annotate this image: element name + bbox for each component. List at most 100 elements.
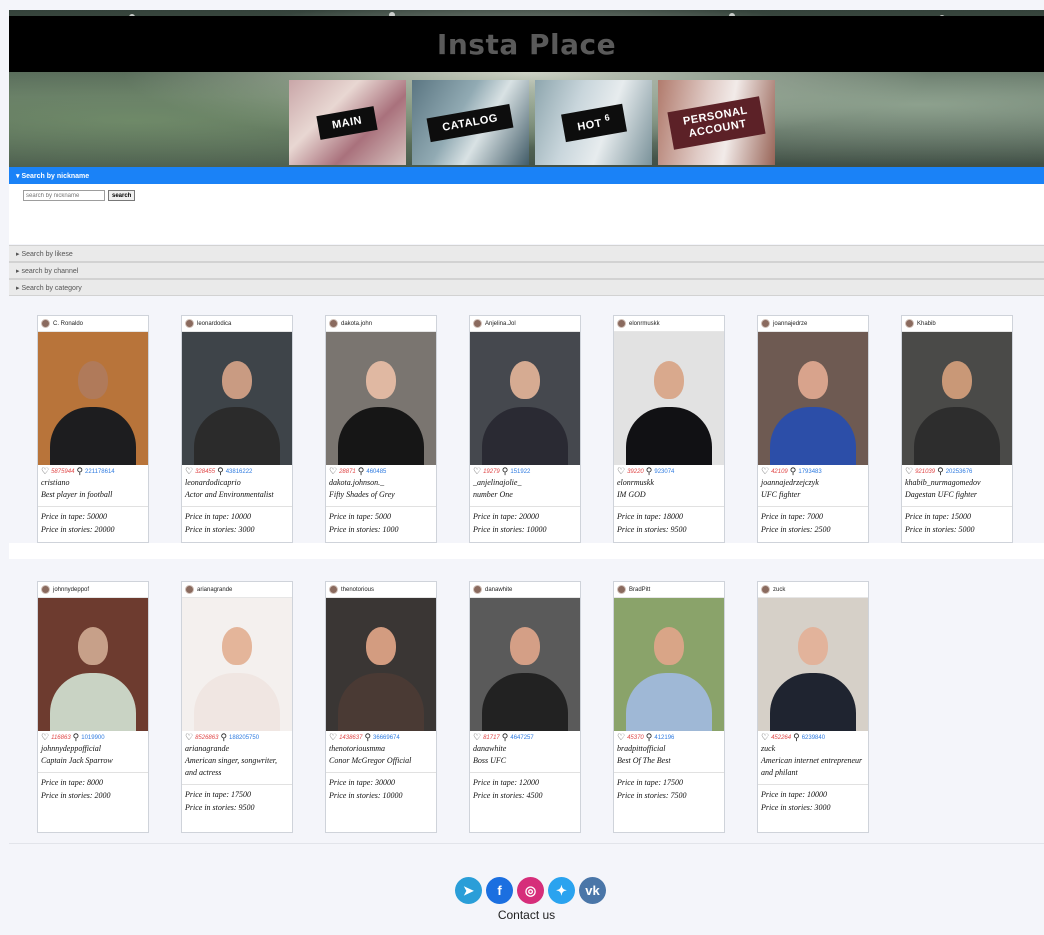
- card-nickname: dakota.johnson._: [329, 478, 385, 487]
- heart-icon[interactable]: ♡: [473, 467, 481, 476]
- nickname-search-panel: search: [9, 184, 1044, 244]
- heart-icon[interactable]: ♡: [185, 733, 193, 742]
- card-nickname: leonardodicaprio: [185, 478, 241, 487]
- search-input[interactable]: [23, 190, 105, 201]
- accordion-category-label: Search by category: [21, 284, 82, 292]
- search-button[interactable]: search: [108, 190, 136, 201]
- card-username[interactable]: elonrmuskk: [629, 321, 660, 327]
- profile-photo[interactable]: [182, 598, 292, 731]
- card-username[interactable]: Khabib: [917, 321, 936, 327]
- influencer-card[interactable]: arianagrande ♡ 8526863 ⚲ 188205750 arian…: [181, 581, 293, 833]
- accordion-category[interactable]: ▸ Search by category: [9, 279, 1044, 296]
- profile-photo[interactable]: [182, 332, 292, 465]
- influencer-card[interactable]: zuck ♡ 452264 ⚲ 6239840 zuck American in…: [757, 581, 869, 833]
- card-stats: ♡ 1438637 ⚲ 36669674: [326, 732, 436, 743]
- card-username[interactable]: thenotorious: [341, 587, 374, 593]
- card-username[interactable]: arianagrande: [197, 587, 232, 593]
- profile-photo[interactable]: [614, 332, 724, 465]
- card-description: Captain Jack Sparrow: [41, 756, 113, 765]
- vk-icon[interactable]: vk: [579, 877, 606, 904]
- price-stories: Price in stories: 4500: [473, 791, 543, 800]
- influencer-card[interactable]: thenotorious ♡ 1438637 ⚲ 36669674 thenot…: [325, 581, 437, 833]
- price-stories: Price in stories: 3000: [761, 803, 831, 812]
- contact-us[interactable]: Contact us: [9, 908, 1044, 922]
- influencer-card[interactable]: leonardodica ♡ 328455 ⚲ 43816222 leonard…: [181, 315, 293, 543]
- twitter-icon[interactable]: ✦: [548, 877, 575, 904]
- facebook-icon[interactable]: f: [486, 877, 513, 904]
- heart-icon[interactable]: ♡: [329, 733, 337, 742]
- profile-photo[interactable]: [470, 332, 580, 465]
- profile-photo[interactable]: [758, 598, 868, 731]
- card-description: American internet entrepreneur and phila…: [761, 756, 863, 777]
- telegram-icon[interactable]: ➤: [455, 877, 482, 904]
- card-stats: ♡ 45370 ⚲ 412196: [614, 732, 724, 743]
- price-stories: Price in stories: 10000: [473, 525, 547, 534]
- card-username[interactable]: BradPitt: [629, 587, 650, 593]
- nav-hot[interactable]: HOT 6: [535, 80, 652, 165]
- profile-photo[interactable]: [758, 332, 868, 465]
- card-username[interactable]: Anjelina.Jol: [485, 321, 516, 327]
- profile-photo[interactable]: [470, 598, 580, 731]
- instagram-icon[interactable]: ◎: [517, 877, 544, 904]
- card-stats: ♡ 921039 ⚲ 20253676: [902, 466, 1012, 477]
- user-icon: ⚲: [357, 466, 365, 476]
- influencer-card[interactable]: johnnydeppof ♡ 116863 ⚲ 1019900 johnnyde…: [37, 581, 149, 833]
- influencer-card[interactable]: BradPitt ♡ 45370 ⚲ 412196 bradpittoffici…: [613, 581, 725, 833]
- card-divider: [38, 506, 148, 507]
- nav-personal-account[interactable]: PERSONAL ACCOUNT: [658, 80, 775, 165]
- card-username[interactable]: danawhite: [485, 587, 512, 593]
- nav-catalog[interactable]: CATALOG: [412, 80, 529, 165]
- influencer-card[interactable]: Anjelina.Jol ♡ 19279 ⚲ 151922 _anjelinaj…: [469, 315, 581, 543]
- profile-photo[interactable]: [902, 332, 1012, 465]
- heart-icon[interactable]: ♡: [617, 467, 625, 476]
- heart-icon[interactable]: ♡: [473, 733, 481, 742]
- heart-icon[interactable]: ♡: [329, 467, 337, 476]
- heart-icon[interactable]: ♡: [761, 467, 769, 476]
- card-username[interactable]: leonardodica: [197, 321, 231, 327]
- card-description: Best Of The Best: [617, 756, 671, 765]
- card-header: leonardodica: [182, 316, 292, 332]
- card-header: danawhite: [470, 582, 580, 598]
- title-bar: Insta Place: [9, 16, 1044, 72]
- heart-icon[interactable]: ♡: [41, 467, 49, 476]
- user-icon: ⚲: [793, 732, 800, 742]
- user-icon: ⚲: [501, 466, 509, 476]
- nav-main[interactable]: MAIN: [289, 80, 406, 165]
- likes-count: 452264: [771, 734, 792, 741]
- influencer-card[interactable]: danawhite ♡ 81717 ⚲ 4647257 danawhite Bo…: [469, 581, 581, 833]
- card-divider: [614, 506, 724, 507]
- subscribers-count: 188205750: [229, 734, 260, 741]
- influencer-card[interactable]: dakota.john ♡ 28871 ⚲ 460485 dakota.john…: [325, 315, 437, 543]
- profile-photo[interactable]: [38, 598, 148, 731]
- influencer-card[interactable]: C. Ronaldo ♡ 5875944 ⚲ 221178614 cristia…: [37, 315, 149, 543]
- card-description: UFC fighter: [761, 490, 801, 499]
- heart-icon[interactable]: ♡: [617, 733, 625, 742]
- profile-photo[interactable]: [326, 332, 436, 465]
- price-stories: Price in stories: 20000: [41, 525, 115, 534]
- influencer-card[interactable]: Khabib ♡ 921039 ⚲ 20253676 khabib_nurmag…: [901, 315, 1013, 543]
- price-stories: Price in stories: 9500: [617, 525, 687, 534]
- influencer-card[interactable]: elonrmuskk ♡ 39220 ⚲ 923074 elonrmuskk I…: [613, 315, 725, 543]
- profile-photo[interactable]: [326, 598, 436, 731]
- subscribers-count: 151922: [510, 468, 531, 475]
- profile-photo[interactable]: [614, 598, 724, 731]
- heart-icon[interactable]: ♡: [761, 733, 769, 742]
- avatar: [617, 319, 626, 328]
- heart-icon[interactable]: ♡: [185, 467, 193, 476]
- card-username[interactable]: C. Ronaldo: [53, 321, 83, 327]
- accordion-likes[interactable]: ▸ Search by likese: [9, 245, 1044, 262]
- card-nickname: bradpittofficial: [617, 744, 666, 753]
- profile-photo[interactable]: [38, 332, 148, 465]
- influencer-card[interactable]: joannajedrze ♡ 42109 ⚲ 1793483 joannajed…: [757, 315, 869, 543]
- heart-icon[interactable]: ♡: [905, 467, 913, 476]
- card-username[interactable]: zuck: [773, 587, 785, 593]
- card-username[interactable]: dakota.john: [341, 321, 372, 327]
- accordion-nickname[interactable]: ▾ Search by nickname: [9, 167, 1044, 184]
- card-username[interactable]: johnnydeppof: [53, 587, 89, 593]
- card-divider: [470, 506, 580, 507]
- heart-icon[interactable]: ♡: [41, 733, 49, 742]
- card-username[interactable]: joannajedrze: [773, 321, 807, 327]
- accordion-channel[interactable]: ▸ search by channel: [9, 262, 1044, 279]
- subscribers-count: 221178614: [85, 468, 115, 475]
- card-nickname: joannajedrzejczyk: [761, 478, 819, 487]
